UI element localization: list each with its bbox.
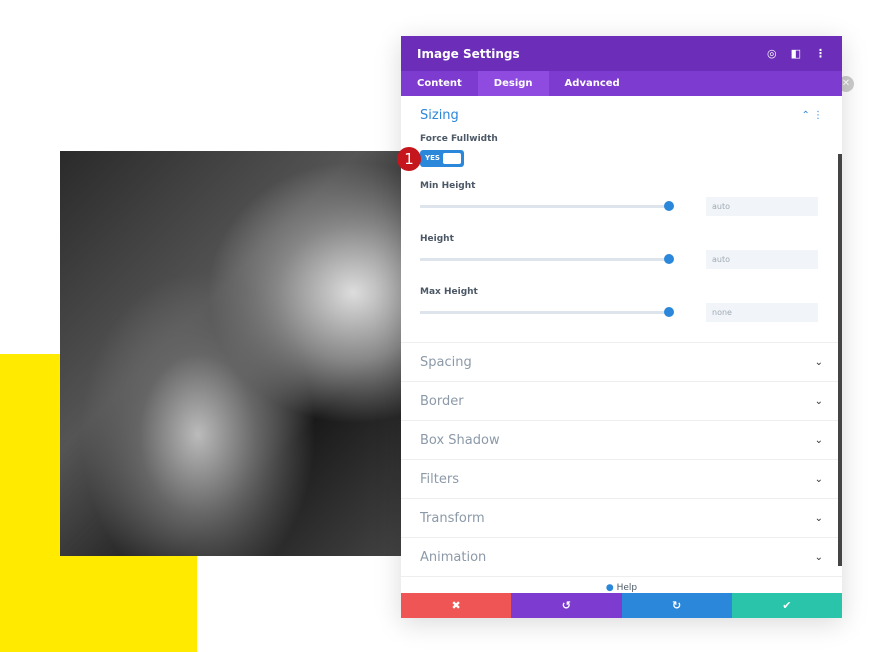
height-label: Height [420, 234, 454, 244]
max-height-label: Max Height [420, 287, 478, 297]
section-sizing: Sizing ⌃ ⋮ Force Fullwidth YES Min Height… [401, 96, 842, 343]
tab-design[interactable]: Design [477, 71, 549, 96]
help-link[interactable]: ● Help [401, 583, 842, 593]
height-slider[interactable] [420, 254, 674, 264]
chevron-down-icon: ⌄ [814, 356, 823, 368]
tab-content[interactable]: Content [401, 71, 478, 96]
chevron-down-icon: ⌄ [814, 395, 823, 407]
section-animation[interactable]: Animation ⌄ [401, 538, 842, 577]
panel-header: Image Settings ◎ ◧ ⋮ [401, 36, 842, 71]
help-icon: ● [605, 583, 614, 593]
redo-button[interactable]: ↻ [621, 593, 732, 618]
chevron-down-icon: ⌄ [814, 551, 823, 563]
chevron-up-icon[interactable]: ⌃ ⋮ [801, 110, 823, 121]
sizing-title: Sizing [420, 107, 459, 123]
cancel-button[interactable]: ✖ [401, 593, 512, 618]
section-title: Border [420, 393, 464, 409]
section-spacing[interactable]: Spacing ⌄ [401, 343, 842, 382]
force-fullwidth-label: Force Fullwidth [420, 134, 498, 144]
chevron-down-icon: ⌄ [814, 473, 823, 485]
tab-advanced[interactable]: Advanced [549, 71, 636, 96]
section-title: Transform [420, 510, 485, 526]
more-icon[interactable]: ⋮ [815, 47, 826, 60]
force-fullwidth-toggle[interactable]: YES [420, 150, 464, 167]
sizing-header[interactable]: Sizing ⌃ ⋮ [420, 96, 823, 134]
max-height-slider[interactable] [420, 307, 674, 317]
toggle-label: YES [425, 154, 440, 162]
save-button[interactable]: ✔ [731, 593, 842, 618]
min-height-input[interactable]: auto [706, 197, 818, 216]
min-height-slider[interactable] [420, 201, 674, 211]
section-box-shadow[interactable]: Box Shadow ⌄ [401, 421, 842, 460]
height-input[interactable]: auto [706, 250, 818, 269]
section-transform[interactable]: Transform ⌄ [401, 499, 842, 538]
section-filters[interactable]: Filters ⌄ [401, 460, 842, 499]
panel-title: Image Settings [417, 46, 520, 61]
min-height-label: Min Height [420, 181, 476, 191]
action-bar: ✖ ↺ ↻ ✔ [401, 593, 842, 618]
section-title: Box Shadow [420, 432, 500, 448]
split-view-icon[interactable]: ◧ [791, 47, 801, 60]
section-title: Filters [420, 471, 459, 487]
tab-bar: Content Design Advanced [401, 71, 842, 96]
step-badge: 1 [397, 147, 421, 171]
scrollbar[interactable] [838, 154, 842, 566]
kitchen-photo [60, 151, 405, 556]
chevron-down-icon: ⌄ [814, 512, 823, 524]
help-label: Help [616, 583, 638, 593]
chevron-down-icon: ⌄ [814, 434, 823, 446]
section-border[interactable]: Border ⌄ [401, 382, 842, 421]
max-height-input[interactable]: none [706, 303, 818, 322]
undo-button[interactable]: ↺ [511, 593, 622, 618]
image-settings-panel: Image Settings ◎ ◧ ⋮ Content Design Adva… [401, 36, 842, 618]
section-title: Animation [420, 549, 487, 565]
section-title: Spacing [420, 354, 472, 370]
focus-icon[interactable]: ◎ [767, 47, 777, 60]
